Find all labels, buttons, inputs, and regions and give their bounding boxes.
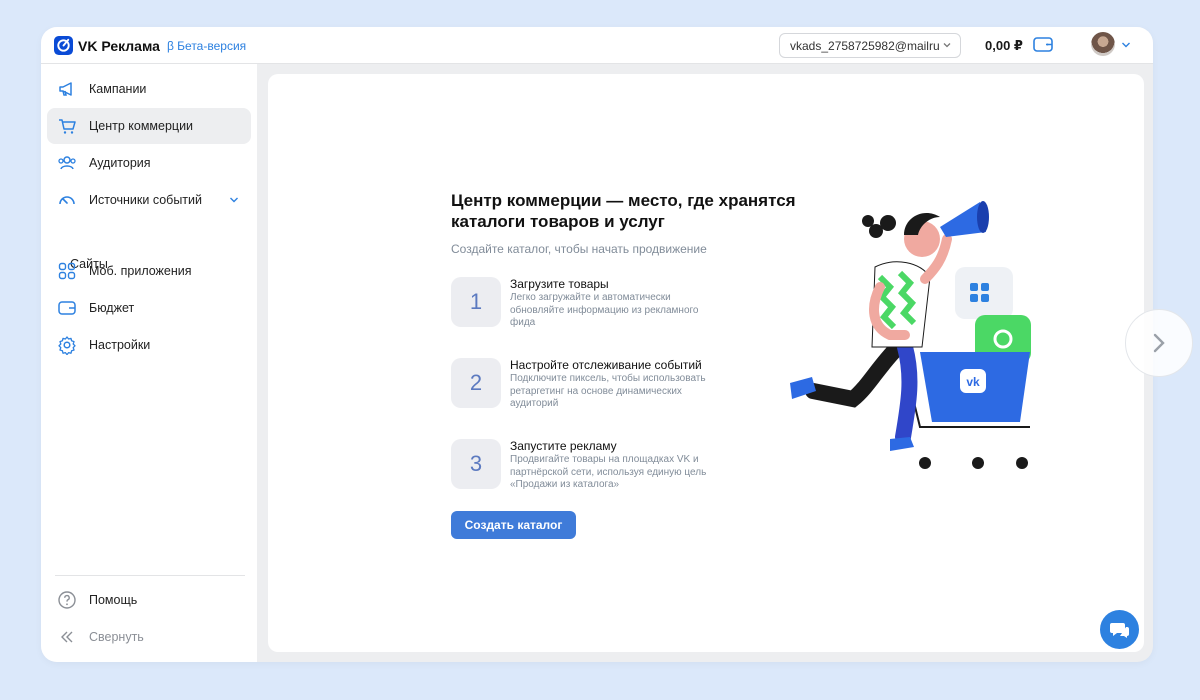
sidebar-item-budget[interactable]: Бюджет	[47, 290, 251, 326]
sidebar-item-commerce[interactable]: Центр коммерции	[47, 108, 251, 144]
apps-grid-icon	[58, 262, 76, 280]
sidebar-item-audience[interactable]: Аудитория	[47, 145, 251, 181]
wallet-icon	[58, 301, 76, 315]
support-chat-button[interactable]	[1100, 610, 1139, 649]
sidebar-item-label: Моб. приложения	[89, 264, 192, 278]
app-window: VK Реклама β Бета-версия vkads_275872598…	[41, 27, 1153, 662]
sidebar-item-event-sources[interactable]: Источники событий	[47, 182, 251, 218]
sidebar-item-label: Источники событий	[89, 193, 202, 207]
double-chevron-left-icon	[61, 631, 73, 643]
top-bar: VK Реклама β Бета-версия vkads_275872598…	[41, 27, 1153, 64]
sidebar-divider	[55, 575, 245, 576]
chat-icon	[1109, 622, 1129, 638]
sidebar-item-label: Кампании	[89, 82, 147, 96]
step-item: 3 Запустите рекламу Продвигайте товары н…	[451, 439, 731, 493]
create-catalog-button[interactable]: Создать каталог	[451, 511, 576, 539]
sidebar-item-label: Центр коммерции	[89, 119, 194, 133]
page-title: Центр коммерции — место, где хранятся ка…	[451, 191, 796, 231]
users-icon	[58, 156, 76, 170]
shopping-illustration: vk	[790, 201, 1031, 469]
help-label: Помощь	[89, 593, 138, 607]
sidebar-item-settings[interactable]: Настройки	[47, 327, 251, 363]
sidebar-item-mobile-apps[interactable]: Моб. приложения	[47, 253, 251, 289]
help-button[interactable]: Помощь	[47, 582, 251, 618]
sidebar: Кампании Центр коммерции Аудитория Источ…	[41, 64, 257, 662]
step-title: Загрузите товары	[510, 277, 609, 291]
balance: 0,00 ₽	[985, 38, 1023, 53]
cart-icon	[59, 119, 76, 134]
chevron-down-icon	[943, 43, 951, 48]
step-title: Запустите рекламу	[510, 439, 617, 453]
avatar[interactable]	[1091, 32, 1115, 56]
account-value: vkads_2758725982@mailru	[790, 38, 940, 53]
step-number: 2	[451, 358, 501, 408]
svg-text:vk: vk	[966, 375, 980, 389]
step-item: 1 Загрузите товары Легко загружайте и ав…	[451, 277, 731, 331]
gauge-icon	[59, 196, 75, 205]
chevron-down-icon[interactable]	[229, 196, 239, 204]
megaphone-icon	[59, 82, 72, 96]
logo[interactable]: VK Реклама β Бета-версия	[54, 36, 246, 55]
step-number: 1	[451, 277, 501, 327]
step-item: 2 Настройте отслеживание событий Подключ…	[451, 358, 731, 412]
app-name: VK Реклама	[78, 37, 160, 54]
sidebar-item-label: Настройки	[89, 338, 151, 352]
help-icon	[58, 591, 76, 609]
step-description: Подключите пиксель, чтобы использовать р…	[510, 373, 706, 409]
gear-icon	[58, 336, 76, 355]
account-select[interactable]: vkads_2758725982@mailru	[779, 33, 961, 58]
chevron-right-icon	[1153, 333, 1165, 353]
step-description: Продвигайте товары на площадках VK и пар…	[510, 454, 707, 490]
collapse-button[interactable]: Свернуть	[47, 619, 251, 655]
sidebar-item-label: Аудитория	[89, 156, 151, 170]
collapse-label: Свернуть	[89, 630, 144, 644]
step-number: 3	[451, 439, 501, 489]
page-subtitle: Создайте каталог, чтобы начать продвижен…	[451, 242, 707, 256]
next-slide-button[interactable]	[1125, 309, 1193, 377]
sidebar-item-label: Бюджет	[89, 301, 135, 315]
wallet-icon[interactable]	[1033, 36, 1053, 53]
beta-label[interactable]: β Бета-версия	[167, 39, 246, 53]
step-title: Настройте отслеживание событий	[510, 358, 702, 372]
commerce-empty-state: Центр коммерции — место, где хранятся ка…	[268, 74, 1144, 652]
sidebar-item-campaigns[interactable]: Кампании	[47, 71, 251, 107]
vk-ads-logo-icon	[54, 36, 73, 55]
chevron-down-icon[interactable]	[1121, 41, 1131, 49]
step-description: Легко загружайте и автоматически обновля…	[510, 292, 699, 328]
